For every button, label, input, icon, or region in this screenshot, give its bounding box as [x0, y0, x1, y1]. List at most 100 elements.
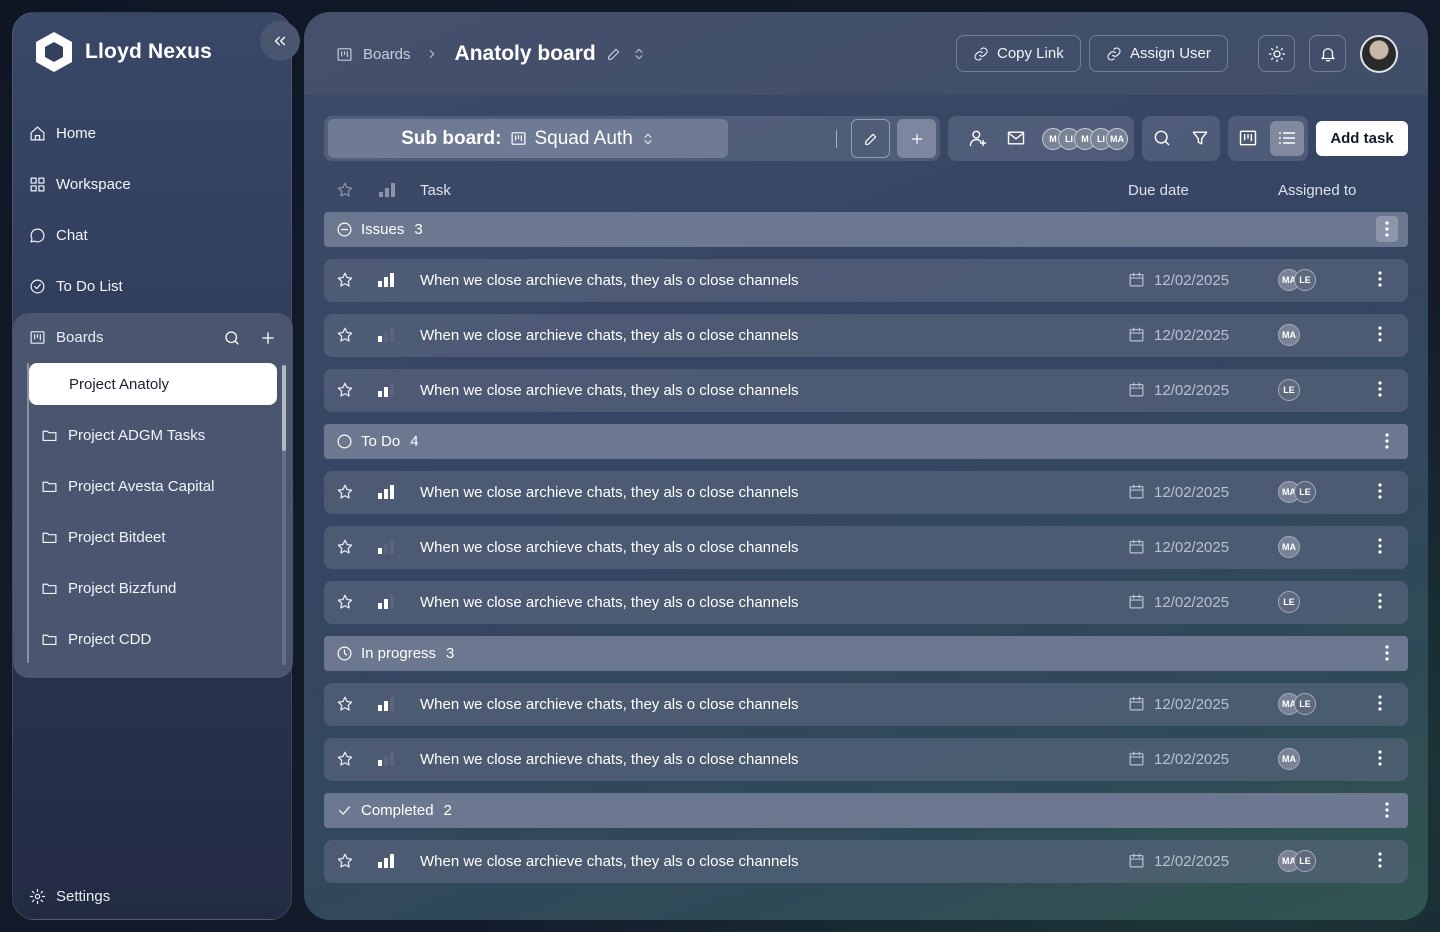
group-more-button[interactable]: [1376, 797, 1398, 823]
assignees[interactable]: MA LE: [1278, 269, 1316, 291]
member-avatar[interactable]: MA: [1106, 128, 1128, 150]
assignees[interactable]: MA: [1278, 536, 1300, 558]
column-header-task[interactable]: Task: [420, 182, 451, 199]
subboard-selector[interactable]: Sub board: Squad Auth: [328, 119, 728, 158]
column-header-assigned[interactable]: Assigned to: [1278, 182, 1356, 199]
nav-chat[interactable]: Chat: [29, 227, 88, 244]
edit-subboard-button[interactable]: [851, 119, 890, 158]
user-avatar[interactable]: [1360, 35, 1398, 73]
assignees[interactable]: MA LE: [1278, 481, 1316, 503]
star-icon[interactable]: [336, 750, 354, 768]
assignee-avatar[interactable]: LE: [1294, 693, 1316, 715]
kebab-icon[interactable]: [1378, 381, 1382, 397]
priority-icon[interactable]: [378, 485, 394, 499]
app-logo[interactable]: Lloyd Nexus: [33, 31, 212, 73]
task-title[interactable]: When we close archieve chats, they als o…: [420, 484, 799, 501]
board-view-icon[interactable]: [1238, 128, 1258, 148]
kebab-icon[interactable]: [1378, 326, 1382, 342]
chevron-updown-icon[interactable]: [632, 46, 646, 62]
task-row[interactable]: When we close archieve chats, they als o…: [324, 526, 1408, 569]
task-row[interactable]: When we close archieve chats, they als o…: [324, 369, 1408, 412]
assignee-avatar[interactable]: MA: [1278, 324, 1300, 346]
add-task-button[interactable]: Add task: [1316, 121, 1408, 156]
assignees[interactable]: MA LE: [1278, 850, 1316, 872]
board-item-project-bizzfund[interactable]: Project Bizzfund: [29, 567, 277, 609]
kebab-icon[interactable]: [1378, 538, 1382, 554]
due-date[interactable]: 12/02/2025: [1154, 539, 1229, 556]
due-date[interactable]: 12/02/2025: [1154, 696, 1229, 713]
star-icon[interactable]: [336, 483, 354, 501]
task-row[interactable]: When we close archieve chats, they als o…: [324, 259, 1408, 302]
task-row[interactable]: When we close archieve chats, they als o…: [324, 471, 1408, 514]
mail-icon[interactable]: [1006, 128, 1026, 148]
assign-user-button[interactable]: Assign User: [1089, 35, 1228, 72]
collapse-sidebar-button[interactable]: [260, 21, 300, 61]
task-title[interactable]: When we close archieve chats, they als o…: [420, 751, 799, 768]
boards-scrollbar[interactable]: [282, 365, 286, 665]
add-user-icon[interactable]: [968, 128, 988, 148]
priority-icon[interactable]: [378, 328, 394, 342]
due-date[interactable]: 12/02/2025: [1154, 382, 1229, 399]
board-item-project-cdd[interactable]: Project CDD: [29, 618, 277, 660]
group-more-button[interactable]: [1376, 640, 1398, 666]
group-more-button[interactable]: [1376, 428, 1398, 454]
column-header-due[interactable]: Due date: [1128, 182, 1189, 199]
assignee-avatar[interactable]: LE: [1294, 850, 1316, 872]
board-item-project-anatoly[interactable]: Project Anatoly: [29, 363, 277, 405]
task-title[interactable]: When we close archieve chats, they als o…: [420, 272, 799, 289]
due-date[interactable]: 12/02/2025: [1154, 327, 1229, 344]
assignee-avatar[interactable]: MA: [1278, 536, 1300, 558]
nav-workspace[interactable]: Workspace: [29, 176, 131, 193]
group-header[interactable]: To Do 4: [324, 424, 1408, 459]
star-icon[interactable]: [336, 381, 354, 399]
task-title[interactable]: When we close archieve chats, they als o…: [420, 539, 799, 556]
list-view-icon[interactable]: [1277, 128, 1297, 148]
kebab-icon[interactable]: [1378, 271, 1382, 287]
due-date[interactable]: 12/02/2025: [1154, 272, 1229, 289]
assignee-avatar[interactable]: LE: [1278, 591, 1300, 613]
star-icon[interactable]: [336, 593, 354, 611]
theme-toggle-button[interactable]: [1258, 35, 1295, 72]
pencil-icon[interactable]: [606, 46, 622, 62]
star-icon[interactable]: [336, 695, 354, 713]
task-title[interactable]: When we close archieve chats, they als o…: [420, 853, 799, 870]
boards-header[interactable]: Boards: [29, 329, 104, 346]
due-date[interactable]: 12/02/2025: [1154, 751, 1229, 768]
assignee-avatar[interactable]: LE: [1278, 379, 1300, 401]
add-subboard-button[interactable]: [897, 119, 936, 158]
star-icon[interactable]: [336, 326, 354, 344]
assignees[interactable]: LE: [1278, 591, 1300, 613]
assignee-avatar[interactable]: MA: [1278, 748, 1300, 770]
kebab-icon[interactable]: [1378, 750, 1382, 766]
task-row[interactable]: When we close archieve chats, they als o…: [324, 314, 1408, 357]
star-icon[interactable]: [336, 538, 354, 556]
board-item-project-avesta[interactable]: Project Avesta Capital: [29, 465, 277, 507]
priority-icon[interactable]: [378, 273, 394, 287]
assignees[interactable]: LE: [1278, 379, 1300, 401]
group-header[interactable]: Issues 3: [324, 212, 1408, 247]
filter-icon[interactable]: [1190, 128, 1210, 148]
task-row[interactable]: When we close archieve chats, they als o…: [324, 840, 1408, 883]
task-title[interactable]: When we close archieve chats, they als o…: [420, 696, 799, 713]
priority-icon[interactable]: [378, 383, 394, 397]
priority-icon[interactable]: [378, 854, 394, 868]
notifications-button[interactable]: [1309, 35, 1346, 72]
task-row[interactable]: When we close archieve chats, they als o…: [324, 581, 1408, 624]
star-icon[interactable]: [336, 852, 354, 870]
star-icon[interactable]: [336, 271, 354, 289]
priority-icon[interactable]: [378, 752, 394, 766]
task-row[interactable]: When we close archieve chats, they als o…: [324, 683, 1408, 726]
copy-link-button[interactable]: Copy Link: [956, 35, 1081, 72]
board-item-project-bitdeet[interactable]: Project Bitdeet: [29, 516, 277, 558]
search-icon[interactable]: [1152, 128, 1172, 148]
assignee-avatar[interactable]: LE: [1294, 269, 1316, 291]
kebab-icon[interactable]: [1378, 593, 1382, 609]
task-title[interactable]: When we close archieve chats, they als o…: [420, 594, 799, 611]
kebab-icon[interactable]: [1378, 852, 1382, 868]
task-title[interactable]: When we close archieve chats, they als o…: [420, 382, 799, 399]
due-date[interactable]: 12/02/2025: [1154, 594, 1229, 611]
nav-home[interactable]: Home: [29, 125, 96, 142]
board-item-project-adgm[interactable]: Project ADGM Tasks: [29, 414, 277, 456]
task-title[interactable]: When we close archieve chats, they als o…: [420, 327, 799, 344]
group-more-button[interactable]: [1376, 216, 1398, 242]
